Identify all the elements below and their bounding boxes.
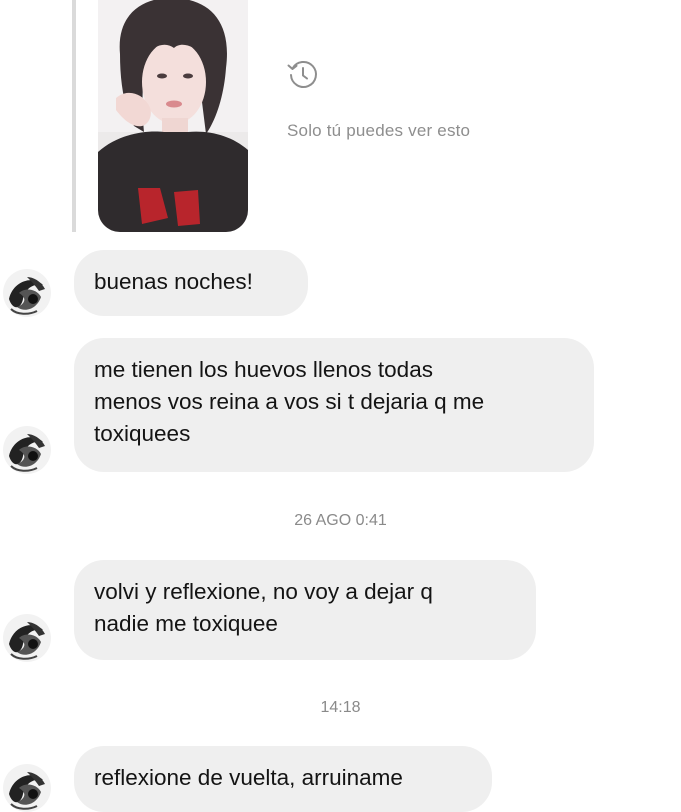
- shared-photo[interactable]: [98, 0, 248, 232]
- message-bubble[interactable]: reflexione de vuelta, arruiname: [74, 746, 492, 812]
- message-bubble[interactable]: buenas noches!: [74, 250, 308, 316]
- avatar[interactable]: [3, 764, 51, 812]
- avatar[interactable]: [3, 614, 51, 662]
- timestamp: 26 AGO 0:41: [294, 512, 387, 529]
- reply-indicator-bar: [72, 0, 76, 232]
- avatar-icon: [3, 764, 51, 812]
- avatar-icon: [3, 269, 51, 317]
- person-photo-icon: [98, 0, 248, 232]
- visibility-note: Solo tú puedes ver esto: [287, 121, 471, 140]
- timestamp: 14:18: [320, 699, 361, 716]
- avatar[interactable]: [3, 269, 51, 317]
- message-bubble[interactable]: volvi y reflexione, no voy a dejar q nad…: [74, 560, 536, 660]
- avatar-icon: [3, 426, 51, 474]
- avatar[interactable]: [3, 426, 51, 474]
- message-bubble[interactable]: me tienen los huevos llenos todas menos …: [74, 338, 594, 472]
- history-icon: [287, 60, 317, 88]
- avatar-icon: [3, 614, 51, 662]
